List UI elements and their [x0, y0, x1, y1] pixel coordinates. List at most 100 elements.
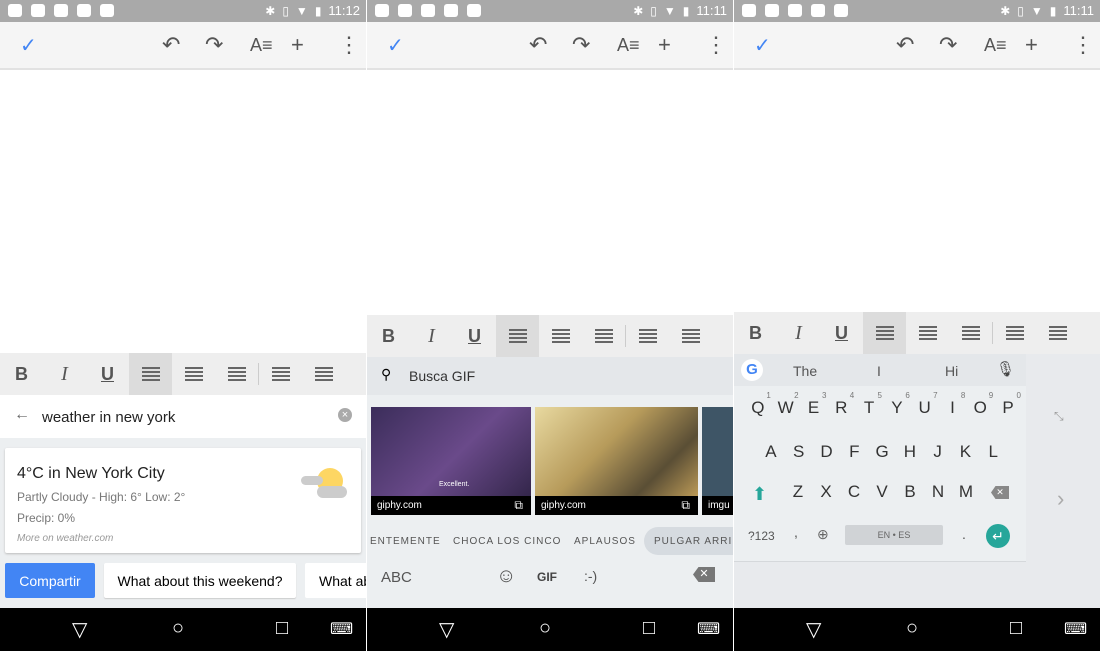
italic-button[interactable]: I	[43, 353, 86, 395]
key-w[interactable]: W2	[772, 391, 800, 418]
underline-button[interactable]: U	[453, 315, 496, 357]
undo-icon[interactable]: ↶	[896, 32, 914, 58]
key-x[interactable]: X	[812, 482, 840, 502]
emoji-icon[interactable]: ☺	[496, 565, 516, 588]
align-left-button[interactable]	[496, 315, 539, 357]
query-text[interactable]: weather in new york	[42, 409, 175, 426]
backspace-icon[interactable]: ✕	[693, 567, 715, 582]
weather-card[interactable]: 4°C in New York City Partly Cloudy - Hig…	[5, 448, 361, 553]
microphone-icon[interactable]: 🎙	[996, 360, 1015, 378]
recents-icon[interactable]: □	[276, 617, 288, 640]
bold-button[interactable]: B	[0, 353, 43, 395]
back-icon[interactable]: ▽	[806, 617, 821, 642]
recents-icon[interactable]: □	[1010, 617, 1022, 640]
key-z[interactable]: Z	[784, 482, 812, 502]
text-format-icon[interactable]: A≡	[984, 35, 1007, 56]
space-key[interactable]: EN • ES	[845, 525, 943, 545]
suggestion[interactable]: I	[877, 363, 881, 379]
chip-weekend[interactable]: What about this weekend?	[104, 563, 296, 598]
chip-share[interactable]: Compartir	[5, 563, 95, 598]
redo-icon[interactable]: ↷	[205, 32, 223, 58]
text-format-icon[interactable]: A≡	[250, 35, 273, 56]
align-right-button[interactable]	[949, 312, 992, 354]
key-n[interactable]: N	[924, 482, 952, 502]
shift-icon[interactable]: ⬆	[752, 484, 767, 505]
category-tab[interactable]: APLAUSOS	[574, 536, 636, 547]
category-tab-active[interactable]: PULGAR ARRIBA	[644, 527, 733, 555]
recents-icon[interactable]: □	[643, 617, 655, 640]
gif-search[interactable]: ⚲ Busca GIF	[367, 357, 733, 395]
suggestion[interactable]: The	[793, 363, 817, 379]
home-icon[interactable]: ○	[172, 617, 184, 640]
italic-button[interactable]: I	[777, 312, 820, 354]
key-g[interactable]: G	[868, 442, 896, 462]
done-check-icon[interactable]: ✓	[20, 33, 37, 58]
key-d[interactable]: D	[813, 442, 841, 462]
undo-icon[interactable]: ↶	[529, 32, 547, 58]
more-vert-icon[interactable]: ⋮	[338, 32, 360, 58]
key-j[interactable]: J	[924, 442, 952, 462]
period-key[interactable]: .	[962, 526, 966, 542]
redo-icon[interactable]: ↷	[572, 32, 590, 58]
key-r[interactable]: R4	[827, 391, 855, 418]
underline-button[interactable]: U	[820, 312, 863, 354]
category-tab[interactable]: ENTEMENTE	[370, 536, 441, 547]
numbered-list-button[interactable]	[993, 312, 1036, 354]
clear-icon[interactable]: ×	[338, 408, 352, 422]
done-check-icon[interactable]: ✓	[754, 33, 771, 58]
chevron-right-icon[interactable]: ›	[1057, 486, 1064, 512]
numbered-list-button[interactable]	[626, 315, 669, 357]
abc-button[interactable]: ABC	[381, 569, 412, 586]
home-icon[interactable]: ○	[539, 617, 551, 640]
assistant-search[interactable]: ← weather in new york ×	[0, 395, 366, 438]
key-v[interactable]: V	[868, 482, 896, 502]
align-right-button[interactable]	[215, 353, 258, 395]
google-g-icon[interactable]: G	[741, 359, 763, 381]
enter-icon[interactable]: ↵	[986, 524, 1010, 548]
keyboard-icon[interactable]: ⌨	[330, 619, 353, 639]
key-s[interactable]: S	[785, 442, 813, 462]
emoticon-tab[interactable]: :-)	[584, 568, 597, 584]
key-u[interactable]: U7	[911, 391, 939, 418]
key-i[interactable]: I8	[939, 391, 967, 418]
keyboard-icon[interactable]: ⌨	[697, 619, 720, 639]
align-right-button[interactable]	[582, 315, 625, 357]
key-l[interactable]: L	[979, 442, 1007, 462]
gif-result[interactable]: giphy.com ⧉	[535, 407, 698, 515]
key-e[interactable]: E3	[800, 391, 828, 418]
align-center-button[interactable]	[906, 312, 949, 354]
bullet-list-button[interactable]	[302, 353, 345, 395]
gif-result[interactable]: Excellent. giphy.com ⧉	[371, 407, 531, 515]
insert-plus-icon[interactable]: +	[1025, 32, 1038, 58]
key-c[interactable]: C	[840, 482, 868, 502]
text-format-icon[interactable]: A≡	[617, 35, 640, 56]
more-vert-icon[interactable]: ⋮	[705, 32, 727, 58]
key-q[interactable]: Q1	[744, 391, 772, 418]
gif-result[interactable]: imgu	[702, 407, 733, 515]
align-center-button[interactable]	[172, 353, 215, 395]
align-left-button[interactable]	[129, 353, 172, 395]
bold-button[interactable]: B	[734, 312, 777, 354]
insert-plus-icon[interactable]: +	[291, 32, 304, 58]
key-b[interactable]: B	[896, 482, 924, 502]
insert-plus-icon[interactable]: +	[658, 32, 671, 58]
key-m[interactable]: M	[952, 482, 980, 502]
align-left-button[interactable]	[863, 312, 906, 354]
numbered-list-button[interactable]	[259, 353, 302, 395]
home-icon[interactable]: ○	[906, 617, 918, 640]
bullet-list-button[interactable]	[1036, 312, 1079, 354]
back-icon[interactable]: ▽	[439, 617, 454, 642]
underline-button[interactable]: U	[86, 353, 129, 395]
key-p[interactable]: P0	[994, 391, 1022, 418]
chip-more[interactable]: What ab	[305, 563, 366, 598]
gif-tab[interactable]: GIF	[537, 570, 557, 584]
key-k[interactable]: K	[952, 442, 980, 462]
more-vert-icon[interactable]: ⋮	[1072, 32, 1094, 58]
back-arrow-icon[interactable]: ←	[14, 406, 30, 424]
weather-source-link[interactable]: More on weather.com	[17, 533, 113, 544]
expand-keyboard-icon[interactable]: ⤡	[1054, 409, 1064, 424]
italic-button[interactable]: I	[410, 315, 453, 357]
open-external-icon[interactable]: ⧉	[514, 498, 523, 513]
key-t[interactable]: T5	[855, 391, 883, 418]
open-external-icon[interactable]: ⧉	[681, 498, 690, 513]
